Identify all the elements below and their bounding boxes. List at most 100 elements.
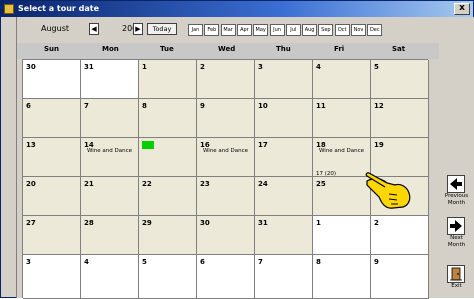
month-button-mar[interactable]: Mar [220,24,236,36]
day-cell[interactable]: 13 [23,138,81,177]
day-number: 20 [26,180,36,188]
day-cell[interactable]: 9 [197,99,255,138]
title-bar[interactable]: Select a tour date x [1,1,473,17]
month-button-nov[interactable]: Nov [351,24,366,36]
day-number: 8 [142,102,147,110]
tour-date-window: Select a tour date x August ◀ 2006 ▶ Tod… [0,0,474,299]
month-button-apr[interactable]: Apr [236,24,252,36]
day-cell[interactable]: 23 [197,177,255,216]
day-cell[interactable]: 18 Wine and Dance 17 (20) [313,138,371,177]
day-cell[interactable]: 20 [23,177,81,216]
action-sidebar: Previous Month Next Month Exit [439,17,474,298]
day-number: 2 [200,63,205,71]
month-button-jun[interactable]: Jun [269,24,285,36]
window-title: Select a tour date [18,4,100,13]
next-month-button[interactable] [447,217,465,235]
exit-button[interactable] [447,265,465,283]
day-number: 5 [374,63,379,71]
day-cell[interactable]: 30 [197,216,255,255]
day-number: 31 [258,219,268,227]
day-number: 13 [26,141,36,149]
day-cell[interactable]: 4 [313,60,371,99]
day-number: 9 [200,102,205,110]
app-icon [4,4,14,14]
month-button-sep[interactable]: Sep [318,24,334,36]
month-button-jul[interactable]: Jul [285,24,301,36]
day-cell[interactable]: 6 [197,255,255,299]
exit-door-icon [450,267,462,281]
weekday-tue: Tue [160,45,174,53]
tour-event[interactable]: Wine and Dance [313,148,370,154]
day-cell[interactable]: 7 [81,99,139,138]
pointing-hand-icon [365,172,411,209]
day-cell[interactable]: 24 [255,177,313,216]
today-day-number: 15 [142,141,154,149]
day-number: 12 [374,102,384,110]
day-cell[interactable]: 30 [23,60,81,99]
left-arrow-icon [450,178,462,190]
day-cell[interactable]: 6 [23,99,81,138]
month-label: August [41,24,69,33]
day-cell[interactable]: 12 [371,99,429,138]
day-cell[interactable]: 1 [313,216,371,255]
day-number: 5 [142,258,147,266]
month-button-oct[interactable]: Oct [334,24,350,36]
today-button[interactable]: Today [147,23,177,35]
next-year-button[interactable]: ▶ [133,23,143,35]
day-cell[interactable]: 16 Wine and Dance [197,138,255,177]
month-button-dec[interactable]: Dec [367,24,383,36]
day-cell[interactable]: 11 [313,99,371,138]
day-cell[interactable]: 21 [81,177,139,216]
prev-year-button[interactable]: ◀ [89,23,99,35]
day-cell[interactable]: 25 [313,177,371,216]
previous-month-label: Previous Month [444,193,469,206]
day-cell[interactable]: 15 [139,138,197,177]
day-cell[interactable]: 28 [81,216,139,255]
day-number: 25 [316,180,326,188]
weekday-sat: Sat [392,45,406,53]
day-cell[interactable]: 4 [81,255,139,299]
day-cell[interactable]: 3 [255,60,313,99]
month-button-may[interactable]: May [253,24,269,36]
day-cell[interactable]: 5 [139,255,197,299]
day-number: 31 [84,63,94,71]
exit-label: Exit [451,283,462,289]
previous-month-button[interactable] [447,175,465,193]
day-number: 3 [258,63,263,71]
day-number: 6 [200,258,205,266]
day-number: 27 [26,219,36,227]
day-cell[interactable]: 31 [81,60,139,99]
day-cell[interactable]: 17 [255,138,313,177]
day-cell[interactable]: 8 [139,99,197,138]
day-cell[interactable]: 29 [139,216,197,255]
right-arrow-icon [450,220,462,232]
day-cell[interactable]: 9 [371,255,429,299]
tour-event[interactable]: Wine and Dance [197,148,254,154]
tour-event[interactable]: Wine and Dance [81,148,138,154]
weekday-fri: Fri [334,45,345,53]
day-cell[interactable]: 8 [313,255,371,299]
day-cell[interactable]: 1 [139,60,197,99]
close-button[interactable]: x [454,3,470,15]
calendar-nav: August ◀ 2006 ▶ Today JanFebMarAprMayJun… [17,17,440,43]
day-cell[interactable]: 14 Wine and Dance [81,138,139,177]
day-number: 30 [26,63,36,71]
day-cell[interactable]: 22 [139,177,197,216]
day-cell[interactable]: 27 [23,216,81,255]
month-button-feb[interactable]: Feb [204,24,220,36]
day-cell[interactable]: 3 [23,255,81,299]
day-cell[interactable]: 2 [197,60,255,99]
day-cell[interactable]: 10 [255,99,313,138]
month-button-aug[interactable]: Aug [302,24,318,36]
day-number: 1 [316,219,321,227]
day-cell[interactable]: 5 [371,60,429,99]
day-number: 23 [200,180,210,188]
day-number: 29 [142,219,152,227]
day-cell[interactable]: 7 [255,255,313,299]
day-cell[interactable]: 2 [371,216,429,255]
day-cell[interactable]: 31 [255,216,313,255]
day-number: 6 [26,102,31,110]
day-number: 1 [142,63,147,71]
month-button-jan[interactable]: Jan [188,24,203,36]
day-number: 28 [84,219,94,227]
